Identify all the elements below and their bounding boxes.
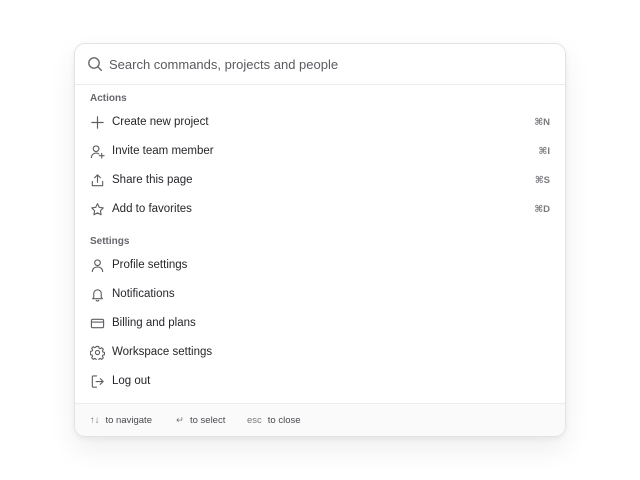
command-label: Notifications <box>112 288 175 300</box>
hint-navigate: ↑↓ to navigate <box>90 415 152 426</box>
command-billing-and-plans[interactable]: Billing and plans <box>81 310 559 337</box>
star-icon <box>90 202 105 217</box>
search-bar <box>75 44 565 85</box>
arrow-keys-icon: ↑↓ <box>90 415 100 426</box>
bell-icon <box>90 287 105 302</box>
command-label: Billing and plans <box>112 317 196 329</box>
esc-key: esc <box>247 415 262 426</box>
shortcut-hint: ⌘N <box>534 117 550 128</box>
share-icon <box>90 173 105 188</box>
hint-text: to select <box>189 415 226 426</box>
command-share-this-page[interactable]: Share this page ⌘S <box>81 167 559 194</box>
shortcut-hint: ⌘D <box>534 204 550 215</box>
user-icon <box>90 258 105 273</box>
shortcut-hint: ⌘S <box>534 175 550 186</box>
command-label: Invite team member <box>112 145 214 157</box>
command-label: Share this page <box>112 174 193 186</box>
command-invite-team-member[interactable]: Invite team member ⌘I <box>81 138 559 165</box>
command-create-new-project[interactable]: Create new project ⌘N <box>81 109 559 136</box>
command-notifications[interactable]: Notifications <box>81 281 559 308</box>
hint-text: to close <box>267 415 301 426</box>
plus-icon <box>90 115 105 130</box>
shortcut-hint: ⌘I <box>538 146 550 157</box>
command-log-out[interactable]: Log out <box>81 368 559 395</box>
search-input[interactable] <box>109 53 549 75</box>
hint-select: ↵ to select <box>176 415 225 426</box>
gear-icon <box>90 345 105 360</box>
search-icon <box>87 56 103 72</box>
command-label: Log out <box>112 375 151 387</box>
command-label: Add to favorites <box>112 203 192 215</box>
section-title-actions: Actions <box>90 93 127 104</box>
user-plus-icon <box>90 144 105 159</box>
command-label: Profile settings <box>112 259 188 271</box>
command-add-to-favorites[interactable]: Add to favorites ⌘D <box>81 196 559 223</box>
command-profile-settings[interactable]: Profile settings <box>81 252 559 279</box>
logout-icon <box>90 374 105 389</box>
command-palette: Actions Create new project ⌘N Invite tea… <box>74 43 566 437</box>
footer-hints: ↑↓ to navigate ↵ to select esc to close <box>75 403 565 436</box>
command-workspace-settings[interactable]: Workspace settings <box>81 339 559 366</box>
hint-close: esc to close <box>247 415 301 426</box>
enter-key-icon: ↵ <box>176 415 184 426</box>
command-label: Create new project <box>112 116 209 128</box>
hint-text: to navigate <box>105 415 152 426</box>
section-title-settings: Settings <box>90 236 130 247</box>
credit-card-icon <box>90 316 105 331</box>
command-label: Workspace settings <box>112 346 213 358</box>
